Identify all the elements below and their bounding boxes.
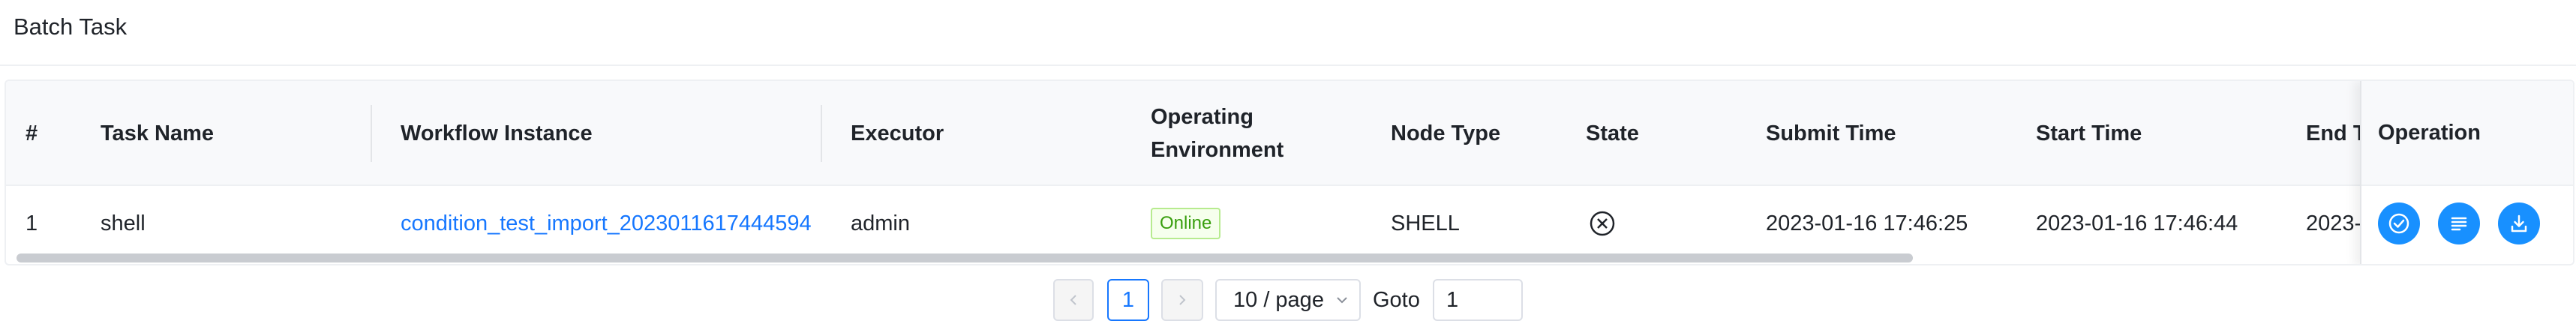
page-size-value: 10 / page <box>1233 287 1324 312</box>
goto-page-input[interactable]: 1 <box>1433 279 1523 321</box>
page-number-button[interactable]: 1 <box>1107 279 1149 321</box>
cell-end-time: 2023- <box>2306 211 2362 236</box>
cell-state <box>1589 188 1616 260</box>
view-log-button[interactable] <box>2438 202 2480 244</box>
page-header: Batch Task <box>0 0 2576 66</box>
col-header-start-time: Start Time <box>2036 122 2142 146</box>
page-size-select[interactable]: 10 / page <box>1215 279 1361 321</box>
cell-executor: admin <box>851 211 910 236</box>
operation-column: Operation <box>2360 81 2573 264</box>
table-header: # Task Name Workflow Instance Executor O… <box>6 81 2573 186</box>
log-lines-icon <box>2451 217 2467 231</box>
circle-x-icon <box>1590 211 1615 236</box>
download-button[interactable] <box>2498 202 2540 244</box>
table-row: 1 shell condition_test_import_2023011617… <box>6 188 2573 260</box>
col-header-state: State <box>1586 122 1639 146</box>
batch-task-table: # Task Name Workflow Instance Executor O… <box>5 80 2574 266</box>
cell-index: 1 <box>26 211 38 236</box>
cell-operating-environment: Online <box>1151 188 1221 260</box>
col-header-operating-environment-line2: Environment <box>1151 138 1284 162</box>
col-header-executor: Executor <box>851 122 944 146</box>
page-title: Batch Task <box>14 14 128 40</box>
environment-tag: Online <box>1151 208 1221 239</box>
col-header-operation: Operation <box>2361 81 2573 186</box>
cell-node-type: SHELL <box>1391 211 1460 236</box>
download-icon <box>2511 214 2527 232</box>
col-header-task-name: Task Name <box>101 122 214 146</box>
cell-start-time: 2023-01-16 17:46:44 <box>2036 211 2238 236</box>
prev-page-button[interactable] <box>1053 279 1094 321</box>
column-resizer[interactable] <box>371 105 372 162</box>
chevron-left-icon <box>1070 295 1076 305</box>
col-header-submit-time: Submit Time <box>1766 122 1896 146</box>
pagination: 1 10 / page Goto 1 <box>0 279 2576 321</box>
col-header-index: # <box>26 122 38 146</box>
check-circle-button[interactable] <box>2378 202 2420 244</box>
horizontal-scrollbar[interactable] <box>17 254 1913 262</box>
next-page-button[interactable] <box>1161 279 1203 321</box>
cell-task-name: shell <box>101 211 146 236</box>
cell-submit-time: 2023-01-16 17:46:25 <box>1766 211 1968 236</box>
col-header-node-type: Node Type <box>1391 122 1501 146</box>
chevron-down-icon <box>1337 297 1347 304</box>
column-resizer[interactable] <box>821 105 822 162</box>
col-header-operating-environment: Operating Environment <box>1151 81 1283 186</box>
goto-label: Goto <box>1373 287 1420 312</box>
chevron-right-icon <box>1179 295 1186 305</box>
col-header-operating-environment-line1: Operating <box>1151 105 1253 129</box>
check-circle-icon <box>2388 213 2409 234</box>
col-header-workflow-instance: Workflow Instance <box>401 122 593 146</box>
workflow-instance-link[interactable]: condition_test_import_2023011617444594 <box>401 188 812 260</box>
